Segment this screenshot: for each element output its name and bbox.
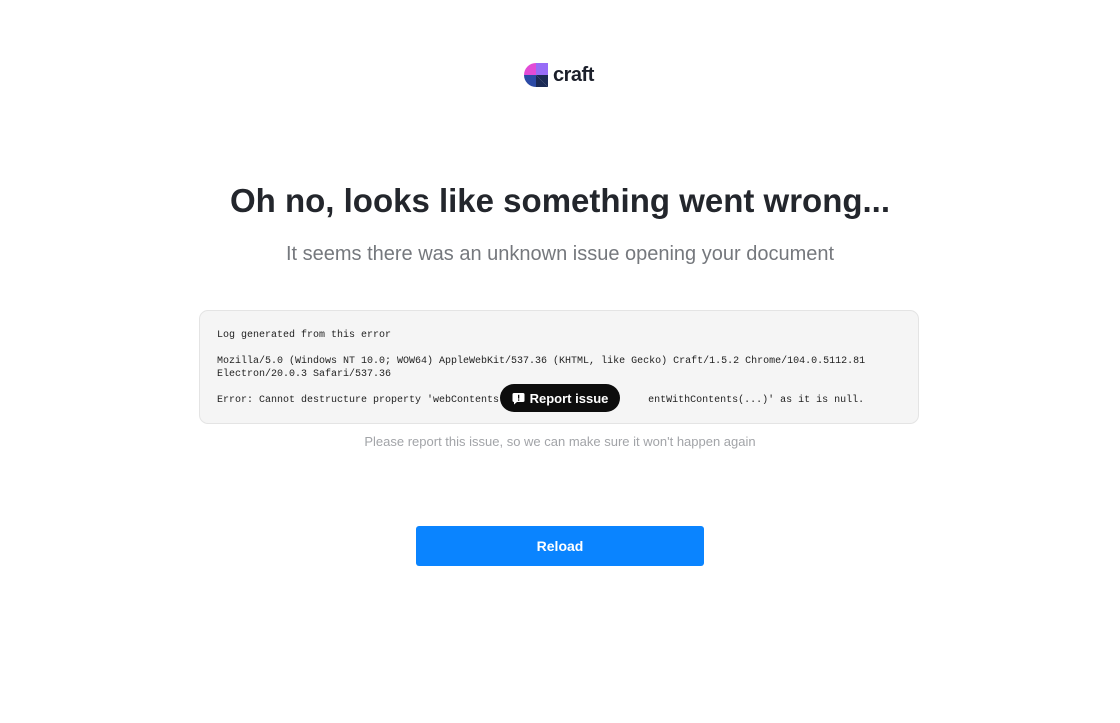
error-subtitle: It seems there was an unknown issue open… (285, 243, 835, 265)
feedback-icon (512, 392, 525, 404)
report-issue-button[interactable]: Report issue (500, 384, 620, 412)
brand-name: craft (553, 64, 594, 86)
report-issue-label: Report issue (529, 390, 609, 406)
craft-logo-icon (524, 63, 548, 87)
log-user-agent: Mozilla/5.0 (Windows NT 10.0; WOW64) App… (217, 356, 872, 380)
error-title: Oh no, looks like something went wrong..… (229, 182, 891, 219)
report-helper-text: Please report this issue, so we can make… (364, 434, 756, 449)
log-error-right: entWithContents(...)' as it is null. (648, 395, 865, 406)
log-heading: Log generated from this error (217, 330, 392, 341)
log-error-left: Error: Cannot destructure property 'webC… (217, 395, 524, 406)
reload-button[interactable]: Reload (416, 526, 704, 566)
craft-logo: craft (523, 61, 594, 89)
error-page: craft Oh no, looks like something went w… (0, 0, 1120, 723)
